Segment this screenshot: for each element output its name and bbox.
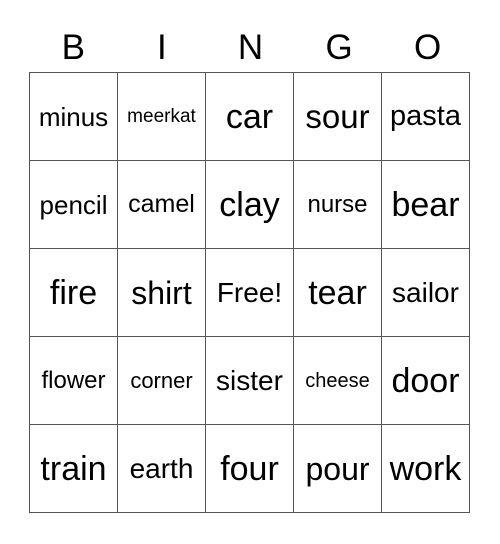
bingo-cell[interactable]: pour — [293, 424, 382, 513]
bingo-cell[interactable]: tear — [293, 248, 382, 337]
header-letter-n: N — [237, 28, 264, 67]
header-letter-i: I — [157, 28, 167, 67]
grid-row: minus meerkat car sour pasta — [29, 72, 470, 161]
bingo-cell[interactable]: fire — [29, 248, 118, 337]
bingo-cell[interactable]: door — [381, 336, 470, 425]
bingo-grid: minus meerkat car sour pasta pencil camel clay n… — [29, 72, 470, 513]
header-letter-g: G — [325, 28, 353, 67]
grid-row: fire shirt Free! tear sailor — [29, 248, 470, 337]
bingo-cell[interactable]: flower — [29, 336, 118, 425]
bingo-cell[interactable]: pencil — [29, 160, 118, 249]
bingo-cell[interactable]: camel — [117, 160, 206, 249]
bingo-cell[interactable]: four — [205, 424, 294, 513]
bingo-cell[interactable]: clay — [205, 160, 294, 249]
bingo-cell[interactable]: pasta — [381, 72, 470, 161]
bingo-cell[interactable]: sour — [293, 72, 382, 161]
grid-row: train earth four pour work — [29, 424, 470, 513]
bingo-cell[interactable]: work — [381, 424, 470, 513]
bingo-cell[interactable]: train — [29, 424, 118, 513]
bingo-cell[interactable]: car — [205, 72, 294, 161]
grid-row: flower corner sister cheese door — [29, 336, 470, 425]
bingo-cell[interactable]: Free! — [205, 248, 294, 337]
bingo-cell[interactable]: nurse — [293, 160, 382, 249]
header-letter-b: B — [61, 28, 85, 67]
header-letter-o: O — [414, 28, 442, 67]
bingo-cell[interactable]: shirt — [117, 248, 206, 337]
bingo-cell[interactable]: cheese — [293, 336, 382, 425]
bingo-cell[interactable]: corner — [117, 336, 206, 425]
bingo-cell[interactable]: bear — [381, 160, 470, 249]
bingo-cell[interactable]: sailor — [381, 248, 470, 337]
bingo-cell[interactable]: earth — [117, 424, 206, 513]
bingo-cell[interactable]: meerkat — [117, 72, 206, 161]
bingo-cell[interactable]: minus — [29, 72, 118, 161]
bingo-header: B I N G O — [29, 26, 472, 70]
bingo-cell[interactable]: sister — [205, 336, 294, 425]
grid-row: pencil camel clay nurse bear — [29, 160, 470, 249]
